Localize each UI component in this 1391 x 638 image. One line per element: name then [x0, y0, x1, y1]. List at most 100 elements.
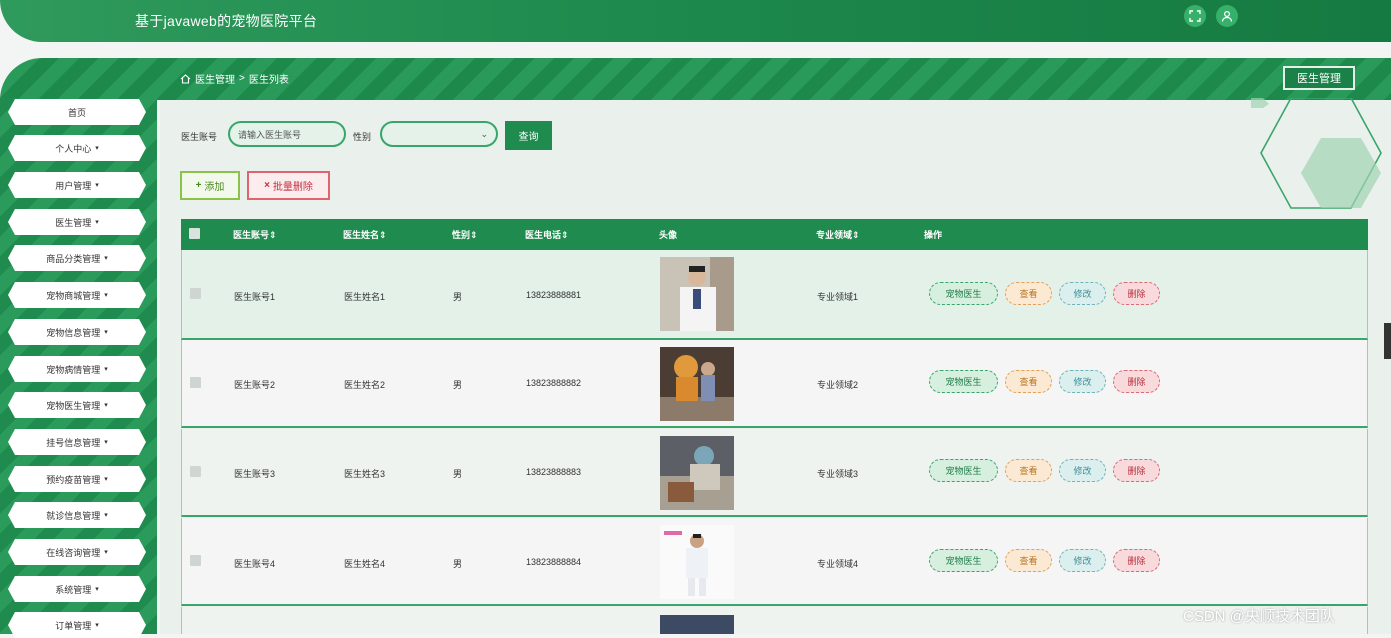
sidebar-item-users[interactable]: 用户管理 ▾ — [8, 172, 146, 198]
table-header: 医生账号⇕ 医生姓名⇕ 性别⇕ 医生电话⇕ 头像 专业领域⇕ 操作 — [181, 219, 1368, 250]
row-checkbox[interactable] — [190, 555, 201, 566]
column-header-avatar: 头像 — [659, 230, 678, 240]
sidebar-item-vaccine[interactable]: 预约疫苗管理 ▾ — [8, 466, 146, 492]
edit-button[interactable]: 修改 — [1059, 549, 1106, 572]
cell-field: 专业领域3 — [817, 469, 859, 479]
table-row[interactable]: 医生账号3 医生姓名3 男 13823888883 专业领域3 宠物医生 查看 … — [181, 429, 1368, 517]
sidebar-item-label: 宠物病情管理 — [46, 364, 101, 375]
sidebar-item-pet-info[interactable]: 宠物信息管理 ▾ — [8, 319, 146, 345]
sidebar-item-label: 医生管理 — [55, 217, 92, 228]
view-button[interactable]: 查看 — [1005, 459, 1052, 482]
chevron-down-icon: ▾ — [104, 329, 108, 336]
sidebar-item-pet-doctor[interactable]: 宠物医生管理 ▾ — [8, 392, 146, 418]
decorative-hexagon-icon — [1251, 98, 1382, 209]
column-header-actions: 操作 — [924, 230, 943, 240]
view-button[interactable]: 查看 — [1005, 370, 1052, 393]
section-title-button[interactable]: 医生管理 — [1283, 66, 1355, 90]
sub-header: 医生管理 > 医生列表 医生管理 — [0, 58, 1391, 100]
sidebar-item-pet-condition[interactable]: 宠物病情管理 ▾ — [8, 356, 146, 382]
table-row[interactable]: 医生账号4 医生姓名4 男 13823888884 专业领域4 宠物医生 查看 … — [181, 518, 1368, 606]
sidebar-item-label: 预约疫苗管理 — [46, 474, 101, 485]
cell-phone: 13823888883 — [526, 467, 582, 477]
chevron-down-icon: ▾ — [104, 292, 108, 299]
batch-delete-button[interactable]: × 批量删除 — [247, 171, 330, 200]
doctor-avatar — [660, 347, 734, 421]
side-scroll-handle[interactable] — [1384, 323, 1391, 359]
sort-icon: ⇕ — [561, 230, 569, 240]
account-search-input[interactable]: 请输入医生账号 — [228, 121, 346, 147]
row-checkbox[interactable] — [190, 377, 201, 388]
pet-doctor-button[interactable]: 宠物医生 — [929, 459, 998, 482]
column-header-name[interactable]: 医生姓名⇕ — [343, 228, 387, 241]
sidebar-item-registration[interactable]: 挂号信息管理 ▾ — [8, 429, 146, 455]
sidebar-item-personal[interactable]: 个人中心 ▾ — [8, 135, 146, 161]
chevron-down-icon: ▾ — [104, 366, 108, 373]
sidebar-item-label: 宠物医生管理 — [46, 400, 101, 411]
pet-doctor-button[interactable]: 宠物医生 — [929, 282, 998, 305]
sidebar-item-visit[interactable]: 就诊信息管理 ▾ — [8, 502, 146, 528]
chevron-down-icon: ▾ — [104, 476, 108, 483]
cell-gender: 男 — [453, 559, 463, 569]
sidebar-item-label: 首页 — [67, 107, 86, 118]
sidebar-item-system[interactable]: 系统管理 ▾ — [8, 576, 146, 602]
breadcrumb-section[interactable]: 医生管理 — [195, 71, 235, 86]
sidebar-item-label: 系统管理 — [55, 584, 92, 595]
chevron-down-icon: ▾ — [104, 439, 108, 446]
table-row[interactable]: 医生账号2 医生姓名2 男 13823888882 专业领域2 宠物医生 查看 … — [181, 340, 1368, 428]
edit-button[interactable]: 修改 — [1059, 370, 1106, 393]
column-header-phone[interactable]: 医生电话⇕ — [525, 228, 569, 241]
row-checkbox[interactable] — [190, 288, 201, 299]
add-button[interactable]: + 添加 — [180, 171, 240, 200]
delete-button[interactable]: 删除 — [1113, 370, 1160, 393]
sidebar-item-label: 挂号信息管理 — [46, 437, 101, 448]
sidebar-item-label: 个人中心 — [55, 143, 92, 154]
batch-delete-label: 批量删除 — [272, 182, 313, 193]
sidebar-item-label: 在线咨询管理 — [46, 547, 101, 558]
view-button[interactable]: 查看 — [1005, 549, 1052, 572]
view-button[interactable]: 查看 — [1005, 282, 1052, 305]
sidebar-item-label: 商品分类管理 — [46, 253, 101, 264]
column-header-account[interactable]: 医生账号⇕ — [233, 228, 277, 241]
sidebar-item-pet-shop[interactable]: 宠物商城管理 ▾ — [8, 282, 146, 308]
gender-label: 性别 — [353, 132, 372, 142]
fullscreen-icon[interactable] — [1184, 5, 1206, 27]
column-header-field[interactable]: 专业领域⇕ — [816, 228, 860, 241]
delete-button[interactable]: 删除 — [1113, 459, 1160, 482]
row-checkbox[interactable] — [190, 466, 201, 477]
user-icon[interactable] — [1216, 5, 1238, 27]
chevron-down-icon: ▾ — [104, 549, 108, 556]
breadcrumb: 医生管理 > 医生列表 — [180, 71, 289, 86]
search-button[interactable]: 查询 — [505, 121, 552, 150]
cell-gender: 男 — [453, 292, 463, 302]
home-icon[interactable] — [180, 73, 191, 84]
cell-field: 专业领域1 — [817, 292, 859, 302]
delete-button[interactable]: 删除 — [1113, 549, 1160, 572]
cell-name: 医生姓名1 — [344, 292, 386, 302]
sidebar-item-home[interactable]: 首页 — [8, 99, 146, 125]
edit-button[interactable]: 修改 — [1059, 459, 1106, 482]
column-header-gender[interactable]: 性别⇕ — [452, 228, 478, 241]
pet-doctor-button[interactable]: 宠物医生 — [929, 370, 998, 393]
watermark: CSDN @央顺技术团队 — [1183, 608, 1335, 625]
doctor-avatar — [660, 257, 734, 331]
sidebar-item-orders[interactable]: 订单管理 ▾ — [8, 612, 146, 638]
sidebar-item-consult[interactable]: 在线咨询管理 ▾ — [8, 539, 146, 565]
close-icon: × — [264, 180, 270, 191]
chevron-down-icon: ▾ — [95, 622, 99, 629]
gender-select[interactable]: ⌄ — [380, 121, 498, 147]
delete-button[interactable]: 删除 — [1113, 282, 1160, 305]
edit-button[interactable]: 修改 — [1059, 282, 1106, 305]
sort-icon: ⇕ — [852, 230, 860, 240]
pet-doctor-button[interactable]: 宠物医生 — [929, 549, 998, 572]
cell-account: 医生账号2 — [234, 380, 276, 390]
table-row[interactable]: 医生账号1 医生姓名1 男 13823888881 专业领域1 宠物医生 查看 … — [181, 250, 1368, 340]
doctor-avatar — [660, 436, 734, 510]
select-all-checkbox[interactable] — [189, 228, 200, 239]
cell-name: 医生姓名4 — [344, 559, 386, 569]
sidebar-item-doctors[interactable]: 医生管理 ▾ — [8, 209, 146, 235]
app-title: 基于javaweb的宠物医院平台 — [135, 13, 318, 29]
sort-icon: ⇕ — [470, 230, 478, 240]
doctor-avatar — [660, 615, 734, 634]
sidebar-item-product-category[interactable]: 商品分类管理 ▾ — [8, 245, 146, 271]
cell-gender: 男 — [453, 380, 463, 390]
